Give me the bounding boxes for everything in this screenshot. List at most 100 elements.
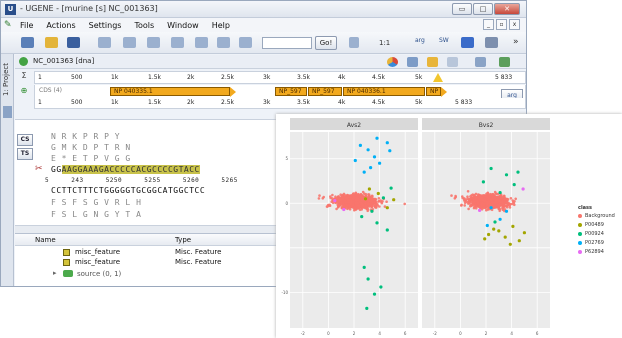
zoom-in-icon[interactable]: ⊕ [17, 86, 31, 95]
maximize-button[interactable]: □ [473, 3, 493, 15]
tool-icon-4[interactable] [171, 37, 184, 48]
sequence-detail-view[interactable]: CS TS ✂ N R K P R P Y G M K D P T R N E … [15, 119, 277, 233]
name-column-header[interactable]: Name [35, 236, 56, 244]
position-ruler[interactable]: 1 500 1k 1.5k 2k 2.5k 3k 3.5k 4k 4.5k 5k… [34, 98, 526, 109]
tool-icon-1[interactable] [98, 37, 111, 48]
ugene-app-icon: U [5, 4, 16, 15]
tasks-tab-icon[interactable] [3, 106, 12, 118]
point-p00489 [376, 191, 380, 196]
zoom-level[interactable]: 1:1 [379, 39, 390, 47]
table-row[interactable]: misc_feature Misc. Feature [15, 258, 277, 268]
point-p00924 [372, 292, 377, 296]
background-point [345, 204, 349, 208]
type-column-header[interactable]: Type [175, 236, 191, 244]
x-tick-label: -2 [301, 331, 305, 336]
background-point [352, 197, 356, 200]
overview-ruler[interactable]: 1 500 1k 1.5k 2k 2.5k 3k 3.5k 4k 4.5k 5k… [34, 71, 526, 84]
cds-feature[interactable]: NP 040335.1 [110, 87, 230, 96]
scissors-icon[interactable]: ✂ [35, 164, 43, 174]
tool-icon-3[interactable] [147, 37, 160, 48]
cds-feature[interactable]: NP 040336.1 [343, 87, 425, 96]
table-row[interactable]: ▸ source (0, 1) [15, 269, 277, 280]
cds-feature[interactable]: NP [426, 87, 441, 96]
mdi-restore-button[interactable]: ▫ [496, 19, 507, 30]
ruler-tick: 3.5k [297, 99, 311, 106]
translation-button[interactable]: TS [17, 148, 33, 160]
feature-square-icon [63, 259, 70, 266]
mdi-close-button[interactable]: x [509, 19, 520, 30]
x-tick-label: 2 [353, 331, 356, 336]
menu-settings[interactable]: Settings [89, 21, 122, 30]
background-point [467, 207, 470, 211]
close-button[interactable]: ✕ [494, 3, 520, 15]
horizontal-scrollbar[interactable] [15, 225, 277, 233]
ruler-tick: 500 [71, 74, 83, 81]
zoom-icon[interactable] [349, 37, 359, 48]
detail-positions: 5 243 5250 5255 5260 5265 [45, 177, 238, 184]
open-folder-icon[interactable] [45, 37, 58, 48]
collapse-chevron-down-icon[interactable] [499, 57, 510, 67]
tool-icon-2[interactable] [123, 37, 136, 48]
point-p62894 [333, 199, 337, 203]
forward-prefix: GG [51, 165, 62, 174]
ruler-tick: 500 [71, 99, 83, 106]
legend-label: P02769 [585, 240, 604, 246]
layout-icon[interactable] [447, 57, 458, 67]
background-point [506, 203, 509, 207]
menu-tools[interactable]: Tools [134, 21, 154, 30]
x-tick-label: 2 [485, 331, 488, 336]
plugin-icon[interactable] [461, 37, 474, 48]
cds-feature[interactable]: NP_597 [308, 87, 342, 96]
background-point [508, 206, 512, 209]
goto-position-input[interactable] [262, 37, 312, 49]
new-document-icon[interactable] [21, 37, 34, 48]
save-icon[interactable] [67, 37, 80, 48]
point-p00924 [512, 183, 516, 187]
position-marker-icon[interactable] [433, 73, 443, 82]
arg-label[interactable]: arg [415, 37, 425, 44]
point-p00489 [492, 227, 496, 231]
menu-window[interactable]: Window [167, 21, 199, 30]
cds-feature[interactable]: NP_597 [275, 87, 307, 96]
annotations-header: Name Type [15, 234, 277, 246]
annotation-type: Misc. Feature [175, 248, 222, 256]
graph-icon[interactable] [407, 57, 418, 67]
background-point [478, 205, 481, 208]
point-p00924 [516, 170, 520, 174]
expand-arrow-icon[interactable]: ▸ [53, 269, 57, 277]
highlight-icon[interactable] [427, 57, 438, 67]
point-p00489 [363, 197, 368, 201]
title-bar[interactable]: U - UGENE - [murine [s] NC_001363] ▭ □ ✕ [1, 1, 526, 18]
complement-strand-button[interactable]: CS [17, 134, 33, 146]
background-point [494, 192, 497, 195]
ruler-tick: 5 833 [455, 99, 473, 106]
view-toggle-icon[interactable] [475, 57, 486, 67]
project-tab[interactable]: 1: Project [2, 60, 13, 100]
tool-icon-5[interactable] [195, 37, 208, 48]
more-tools-chevron-icon[interactable]: » [513, 37, 519, 47]
settings-icon[interactable] [485, 37, 498, 48]
point-p00924 [360, 215, 364, 219]
point-p02769 [369, 166, 373, 170]
background-point [344, 201, 347, 204]
background-point [342, 192, 346, 196]
circular-view-icon[interactable] [387, 57, 398, 67]
amino-frame-3: E * E T P V G G [51, 154, 131, 163]
tool-icon-6[interactable] [217, 37, 230, 48]
sw-label[interactable]: SW [439, 37, 449, 44]
ruler-tick: 1.5k [148, 74, 162, 81]
background-point [385, 200, 388, 203]
menu-actions[interactable]: Actions [46, 21, 75, 30]
point-p62894 [521, 187, 525, 191]
feature-arrow [441, 87, 447, 97]
menu-help[interactable]: Help [212, 21, 230, 30]
background-point [481, 198, 485, 202]
minimize-button[interactable]: ▭ [452, 3, 472, 15]
background-point [497, 195, 500, 199]
tool-icon-7[interactable] [239, 37, 252, 48]
point-p00924 [379, 285, 383, 289]
table-row[interactable]: misc_feature Misc. Feature [15, 248, 277, 258]
go-button[interactable]: Go! [315, 36, 337, 50]
mdi-minimize-button[interactable]: _ [483, 19, 494, 30]
menu-file[interactable]: File [20, 21, 33, 30]
